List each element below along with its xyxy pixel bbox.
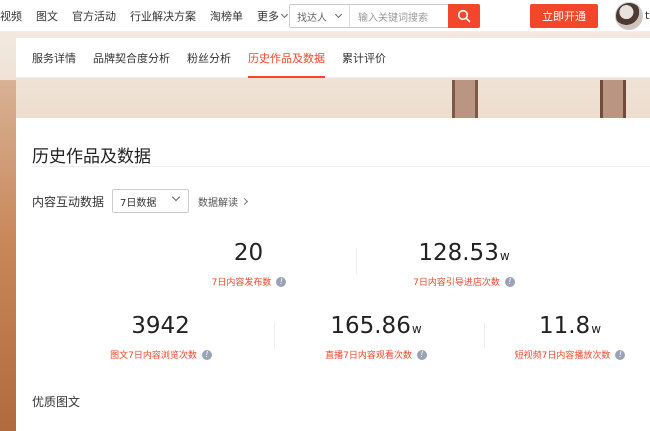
tab-brand-fit-analysis[interactable]: 品牌契合度分析 bbox=[93, 38, 170, 78]
stat-label-row: 图文7日内容浏览次数! bbox=[110, 348, 212, 361]
stat-number: 11.8 bbox=[538, 313, 591, 339]
stat-label: 图文7日内容浏览次数 bbox=[110, 351, 197, 361]
section-title: 历史作品及数据 bbox=[32, 147, 151, 167]
tab-cumulative-reviews[interactable]: 累计评价 bbox=[342, 38, 386, 78]
info-icon[interactable]: ! bbox=[201, 349, 212, 360]
nav-more-menu[interactable]: 更多 bbox=[257, 8, 289, 24]
stat-number: 3942 bbox=[131, 313, 190, 339]
divider bbox=[356, 248, 357, 274]
stat-unit: w bbox=[591, 322, 602, 336]
stat-item: 20 7日内容发布数! bbox=[146, 239, 352, 289]
stat-value: 165.86w bbox=[276, 312, 476, 343]
detail-tab-bar: 服务详情 品牌契合度分析 粉丝分析 历史作品及数据 累计评价 bbox=[16, 38, 650, 78]
chevron-down-icon bbox=[334, 10, 343, 19]
chevron-down-icon bbox=[171, 192, 181, 202]
filter-row: 内容互动数据 7日数据 数据解读 bbox=[32, 189, 249, 213]
stat-number: 165.86 bbox=[330, 313, 411, 339]
divider bbox=[484, 322, 485, 348]
stat-label: 直播7日内容观看次数 bbox=[325, 351, 412, 361]
background-decor bbox=[600, 80, 626, 118]
stat-item: 165.86w 直播7日内容观看次数! bbox=[276, 312, 476, 362]
info-icon[interactable]: ! bbox=[504, 276, 515, 287]
nav-item-official-events[interactable]: 官方活动 bbox=[72, 8, 116, 24]
background-photo-left bbox=[0, 80, 16, 431]
stat-item: 11.8w 短视频7日内容播放次数! bbox=[490, 312, 650, 362]
stat-item: 3942 图文7日内容浏览次数! bbox=[61, 312, 261, 362]
avatar[interactable] bbox=[615, 2, 643, 30]
tab-history-works[interactable]: 历史作品及数据 bbox=[248, 38, 325, 78]
quality-posts-title: 优质图文 bbox=[32, 395, 81, 409]
info-icon[interactable]: ! bbox=[276, 276, 287, 287]
data-explain-link[interactable]: 数据解读 bbox=[198, 194, 249, 209]
user-name[interactable]: t bbox=[645, 9, 649, 22]
nav-more-label: 更多 bbox=[257, 10, 279, 23]
stat-unit: w bbox=[499, 249, 510, 263]
info-icon[interactable]: ! bbox=[416, 349, 427, 360]
data-explain-label: 数据解读 bbox=[198, 197, 239, 209]
tab-fan-analysis[interactable]: 粉丝分析 bbox=[187, 38, 231, 78]
nav-item-industry-solutions[interactable]: 行业解决方案 bbox=[130, 8, 196, 24]
chevron-down-icon bbox=[280, 10, 289, 19]
search-button[interactable] bbox=[448, 4, 480, 28]
stat-number: 128.53 bbox=[418, 240, 499, 266]
divider bbox=[32, 166, 650, 167]
period-select[interactable]: 7日数据 bbox=[112, 189, 190, 213]
stat-label: 7日内容引导进店次数 bbox=[413, 278, 500, 288]
stat-label-row: 7日内容引导进店次数! bbox=[413, 275, 515, 288]
stat-value: 11.8w bbox=[490, 312, 650, 343]
stat-item: 128.53w 7日内容引导进店次数! bbox=[361, 239, 567, 289]
search-type-label: 找达人 bbox=[297, 12, 327, 24]
stat-number: 20 bbox=[233, 240, 264, 266]
stat-label: 短视频7日内容播放次数 bbox=[514, 351, 611, 361]
stat-label: 7日内容发布数 bbox=[211, 278, 272, 288]
stat-value: 20 bbox=[146, 239, 352, 270]
stat-value: 128.53w bbox=[361, 239, 567, 270]
divider bbox=[274, 322, 275, 348]
search-type-select[interactable]: 找达人 bbox=[290, 5, 350, 27]
info-icon[interactable]: ! bbox=[615, 349, 626, 360]
open-now-button[interactable]: 立即开通 bbox=[530, 4, 598, 28]
search-icon bbox=[457, 9, 471, 23]
filter-label: 内容互动数据 bbox=[32, 194, 105, 209]
background-decor bbox=[452, 80, 478, 118]
tab-service-details[interactable]: 服务详情 bbox=[32, 38, 76, 78]
history-data-card: 历史作品及数据 内容互动数据 7日数据 数据解读 20 7日内容发布数! 128… bbox=[16, 118, 650, 431]
nav-item-video[interactable]: 视频 bbox=[0, 8, 22, 24]
stat-unit: w bbox=[411, 322, 422, 336]
search-bar: 找达人 输入关键词搜索 bbox=[289, 4, 480, 28]
search-input[interactable]: 输入关键词搜索 bbox=[350, 9, 448, 24]
stat-label-row: 短视频7日内容播放次数! bbox=[515, 348, 626, 361]
stat-label-row: 直播7日内容观看次数! bbox=[325, 348, 427, 361]
nav-item-image-text[interactable]: 图文 bbox=[36, 8, 58, 24]
top-header: 视频 图文 官方活动 行业解决方案 淘榜单 更多 找达人 输入关键词搜索 立即开… bbox=[0, 0, 650, 32]
nav-item-taobao-rankings[interactable]: 淘榜单 bbox=[210, 8, 243, 24]
stat-value: 3942 bbox=[61, 312, 261, 343]
stat-label-row: 7日内容发布数! bbox=[212, 275, 287, 288]
top-nav: 视频 图文 官方活动 行业解决方案 淘榜单 更多 bbox=[0, 0, 301, 32]
period-select-value: 7日数据 bbox=[120, 197, 157, 209]
chevron-right-icon bbox=[240, 197, 249, 205]
